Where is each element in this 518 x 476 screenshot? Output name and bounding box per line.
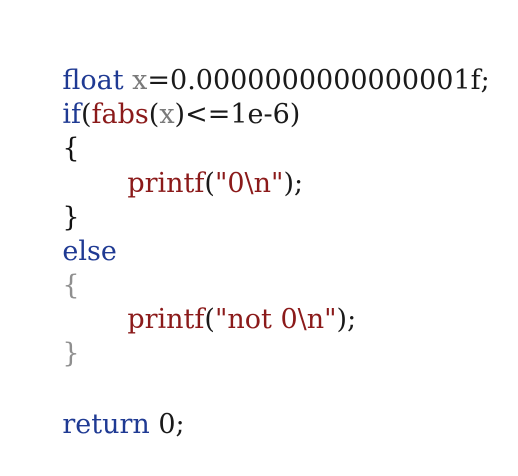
code-line-5: }	[28, 167, 79, 233]
variable-x: x	[159, 99, 175, 130]
string-literal: "0\n"	[214, 168, 284, 199]
code-line-8: printf("not 0\n");	[93, 269, 356, 335]
function-fabs: fabs	[91, 99, 149, 130]
code-line-9: }	[28, 303, 79, 369]
comparison-expression: <=1e-6)	[185, 99, 301, 130]
arg-paren-close: )	[174, 99, 186, 130]
code-line-3: {	[28, 98, 79, 164]
code-line-10: return 0;	[28, 374, 184, 440]
paren-open: (	[80, 99, 92, 130]
code-line-1: float x=0.0000000000000001f;	[28, 30, 489, 96]
code-line-2: if(fabs(x)<=1e-6)	[28, 64, 300, 130]
arg-paren-open: (	[148, 99, 160, 130]
return-value: 0;	[149, 409, 185, 440]
keyword-return: return	[62, 409, 150, 440]
string-literal: "not 0\n"	[214, 304, 337, 335]
close-brace: }	[62, 338, 80, 369]
function-printf: printf	[127, 168, 205, 199]
code-editor[interactable]: float x=0.0000000000000001f; if(fabs(x)<…	[0, 0, 518, 440]
statement-end: );	[283, 168, 304, 199]
statement-end: );	[336, 304, 357, 335]
open-brace: {	[62, 133, 80, 164]
open-brace: {	[62, 270, 80, 301]
code-line-4: printf("0\n");	[93, 133, 303, 199]
code-line-7: {	[28, 235, 79, 301]
paren-open: (	[204, 168, 215, 199]
paren-open: (	[204, 304, 215, 335]
function-printf: printf	[127, 304, 205, 335]
code-line-6: else	[28, 201, 116, 267]
